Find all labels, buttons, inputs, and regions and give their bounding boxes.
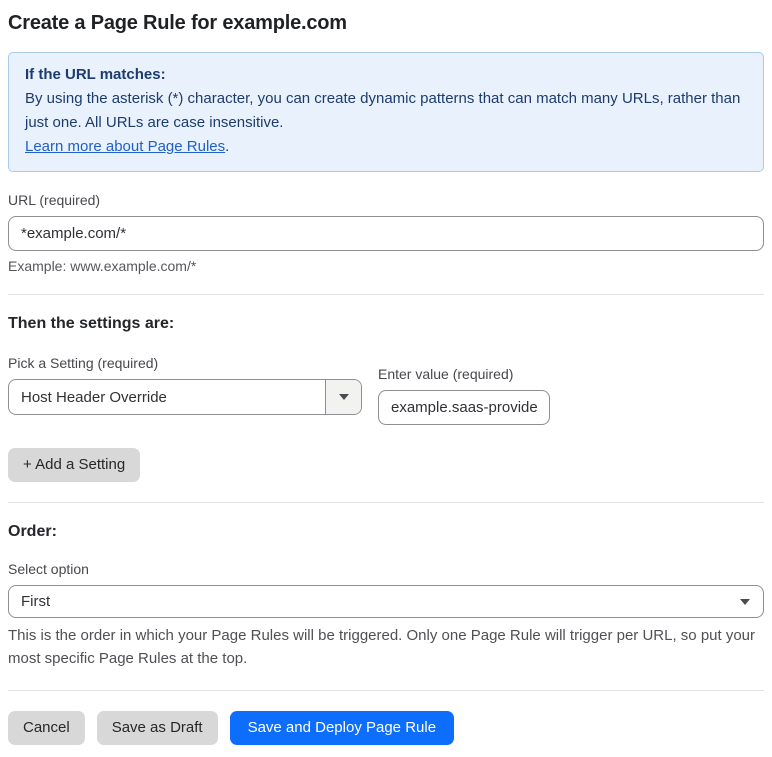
info-box-link-line: Learn more about Page Rules.: [25, 135, 747, 159]
setting-value-input[interactable]: [378, 390, 550, 425]
chevron-down-icon: [740, 598, 750, 605]
settings-section-heading: Then the settings are:: [8, 315, 175, 332]
info-box-body: By using the asterisk (*) character, you…: [25, 90, 741, 131]
info-box-heading: If the URL matches:: [25, 66, 166, 83]
pick-setting-column: Pick a Setting (required) Host Header Ov…: [8, 355, 362, 415]
learn-more-link[interactable]: Learn more about Page Rules: [25, 138, 225, 155]
add-setting-button[interactable]: + Add a Setting: [8, 448, 141, 482]
order-select[interactable]: First: [8, 585, 764, 618]
page-title: Create a Page Rule for example.com: [8, 12, 347, 34]
order-section-heading: Order:: [8, 523, 57, 540]
pick-setting-selected-value: Host Header Override: [21, 388, 167, 406]
link-suffix: .: [225, 138, 230, 155]
dropdown-arrow-segment[interactable]: [325, 380, 361, 414]
enter-value-column: Enter value (required): [378, 366, 550, 425]
divider: [8, 502, 764, 503]
order-selected-value: First: [21, 593, 51, 610]
divider: [8, 690, 764, 691]
divider: [8, 294, 764, 295]
save-as-draft-button[interactable]: Save as Draft: [96, 711, 218, 745]
pick-setting-select[interactable]: Host Header Override: [8, 379, 362, 415]
cancel-button[interactable]: Cancel: [8, 711, 85, 745]
order-select-label: Select option: [8, 561, 89, 577]
footer-actions: Cancel Save as Draft Save and Deploy Pag…: [8, 711, 764, 745]
page-rule-form: Create a Page Rule for example.com If th…: [0, 0, 772, 757]
url-match-info-box: If the URL matches: By using the asteris…: [8, 52, 764, 172]
enter-value-label: Enter value (required): [378, 366, 514, 382]
url-helper-text: Example: www.example.com/*: [8, 258, 197, 274]
url-label: URL (required): [8, 192, 101, 208]
url-input[interactable]: [8, 216, 764, 251]
save-and-deploy-button[interactable]: Save and Deploy Page Rule: [229, 711, 455, 745]
settings-row: Pick a Setting (required) Host Header Ov…: [8, 355, 764, 425]
order-helper-text: This is the order in which your Page Rul…: [8, 627, 756, 667]
pick-setting-label: Pick a Setting (required): [8, 355, 159, 371]
chevron-down-icon: [338, 394, 349, 400]
